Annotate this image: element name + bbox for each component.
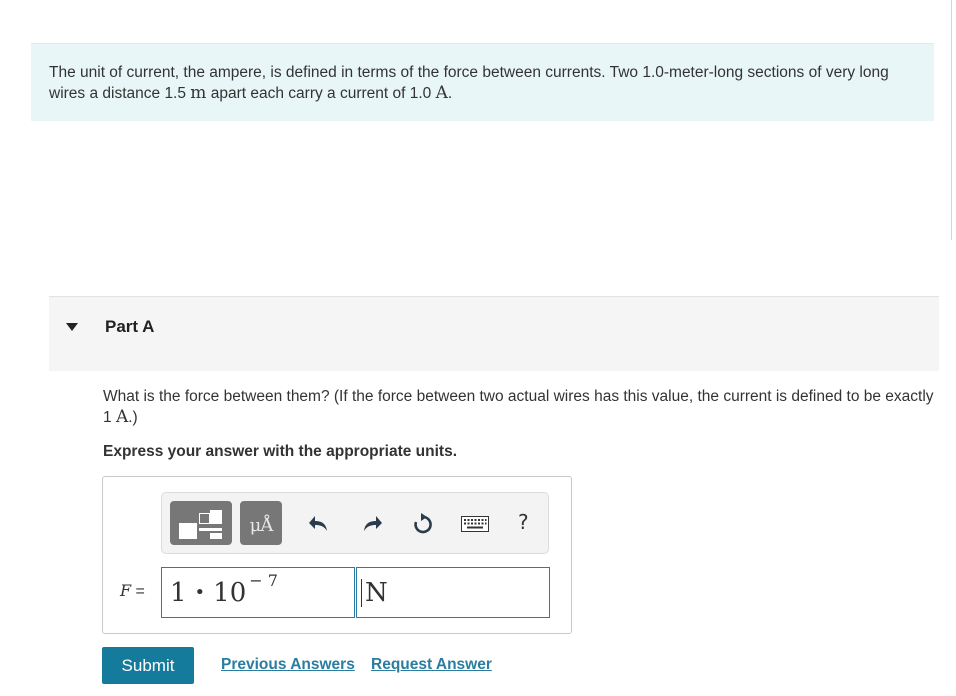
keyboard-icon[interactable] <box>460 512 490 536</box>
previous-answers-link[interactable]: Previous Answers <box>221 656 355 674</box>
question-text-1: What is the force between them? (If the … <box>103 388 934 426</box>
units-label: μÅ <box>249 515 274 536</box>
variable-symbol: F <box>120 581 132 600</box>
problem-text-2: apart each carry a current of 1.0 <box>206 85 436 102</box>
value-exponent: − 7 <box>249 571 278 590</box>
text-cursor <box>361 578 362 607</box>
units-icon[interactable]: μÅ <box>240 501 282 545</box>
redo-icon[interactable] <box>360 512 384 536</box>
submit-button[interactable]: Submit <box>102 647 194 684</box>
collapse-caret-icon[interactable] <box>66 323 78 331</box>
answer-box: μÅ ? F = 1 • 10− 7 N <box>102 476 572 634</box>
equals-sign: = <box>131 583 145 600</box>
request-answer-link[interactable]: Request Answer <box>371 656 492 674</box>
answer-instruction: Express your answer with the appropriate… <box>103 443 458 460</box>
variable-label: F = <box>120 581 145 601</box>
value-mantissa: 1 <box>170 577 187 608</box>
right-border <box>951 0 952 240</box>
math-toolbar: μÅ ? <box>161 492 549 554</box>
question-text-2: .) <box>128 409 138 426</box>
question-unit: A <box>115 407 129 427</box>
problem-statement: The unit of current, the ampere, is defi… <box>31 43 934 121</box>
unit-ampere: A <box>435 83 448 103</box>
value-base: 10 <box>213 577 247 608</box>
unit-value: N <box>365 577 388 608</box>
templates-icon[interactable] <box>170 501 232 545</box>
reset-icon[interactable] <box>411 512 435 536</box>
part-title: Part A <box>105 317 155 336</box>
value-input[interactable]: 1 • 10− 7 <box>161 567 355 618</box>
problem-text-1: The unit of current, the ampere, is defi… <box>49 64 889 102</box>
undo-icon[interactable] <box>307 512 331 536</box>
value-dot: • <box>194 582 206 603</box>
unit-input[interactable]: N <box>356 567 550 618</box>
part-a-header[interactable]: Part A <box>49 296 939 371</box>
unit-meter: m <box>190 83 207 103</box>
help-icon[interactable]: ? <box>518 510 529 534</box>
problem-text-3: . <box>447 85 453 102</box>
question-text: What is the force between them? (If the … <box>103 386 943 428</box>
